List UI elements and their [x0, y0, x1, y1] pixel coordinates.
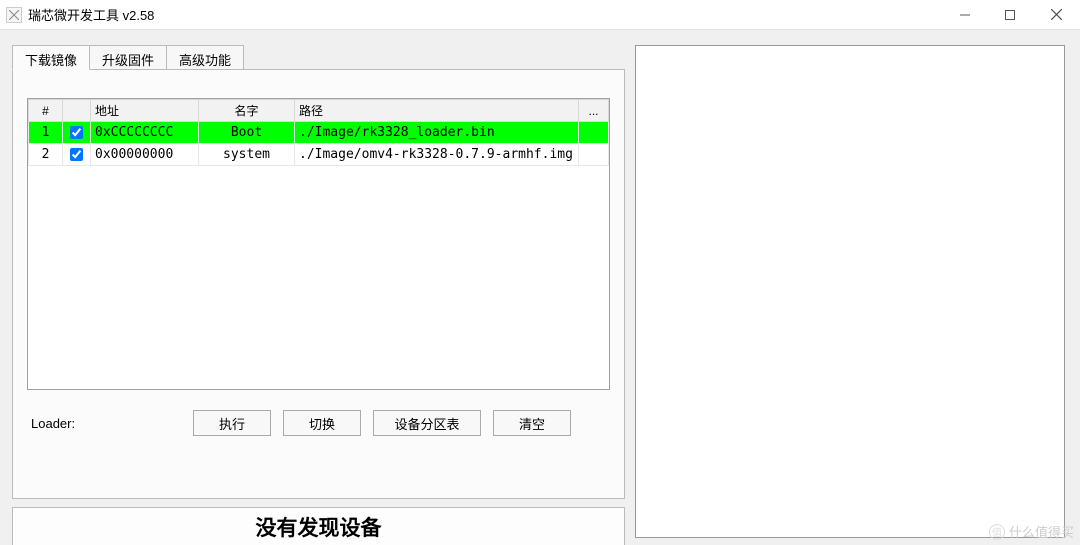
- row-checkbox[interactable]: [70, 148, 83, 161]
- execute-button[interactable]: 执行: [193, 410, 271, 436]
- cell-num: 2: [29, 144, 63, 166]
- switch-button[interactable]: 切换: [283, 410, 361, 436]
- maximize-button[interactable]: [987, 0, 1032, 29]
- status-text: 没有发现设备: [256, 512, 382, 542]
- tab-strip: 下载镜像 升级固件 高级功能: [12, 45, 625, 69]
- row-checkbox[interactable]: [70, 126, 83, 139]
- cell-address[interactable]: 0xCCCCCCCC: [91, 122, 199, 144]
- partition-button[interactable]: 设备分区表: [373, 410, 481, 436]
- cell-extra[interactable]: [579, 122, 609, 144]
- cell-path[interactable]: ./Image/rk3328_loader.bin: [295, 122, 579, 144]
- partition-table: # 地址 名字 路径 ... 1 0xCCCCCCCC: [27, 98, 610, 390]
- cell-name[interactable]: system: [199, 144, 295, 166]
- log-panel: [635, 45, 1065, 538]
- col-num[interactable]: #: [29, 100, 63, 122]
- watermark-icon: 值: [989, 524, 1005, 540]
- col-check[interactable]: [63, 100, 91, 122]
- table-row[interactable]: 1 0xCCCCCCCC Boot ./Image/rk3328_loader.…: [29, 122, 609, 144]
- col-path[interactable]: 路径: [295, 100, 579, 122]
- window-title: 瑞芯微开发工具 v2.58: [28, 5, 154, 24]
- loader-label: Loader:: [31, 416, 181, 431]
- clear-button[interactable]: 清空: [493, 410, 571, 436]
- col-name[interactable]: 名字: [199, 100, 295, 122]
- client-area: 下载镜像 升级固件 高级功能 #: [0, 30, 1080, 545]
- watermark-text: 什么值得买: [1009, 522, 1074, 541]
- titlebar: 瑞芯微开发工具 v2.58: [0, 0, 1080, 30]
- col-extra[interactable]: ...: [579, 100, 609, 122]
- window-controls: [942, 0, 1080, 29]
- tab-host: 下载镜像 升级固件 高级功能 #: [12, 45, 625, 499]
- cell-path[interactable]: ./Image/omv4-rk3328-0.7.9-armhf.img: [295, 144, 579, 166]
- cell-extra[interactable]: [579, 144, 609, 166]
- status-bar: 没有发现设备: [12, 507, 625, 545]
- col-address[interactable]: 地址: [91, 100, 199, 122]
- close-button[interactable]: [1032, 0, 1080, 29]
- cell-check[interactable]: [63, 144, 91, 166]
- table-row[interactable]: 2 0x00000000 system ./Image/omv4-rk3328-…: [29, 144, 609, 166]
- tab-advanced[interactable]: 高级功能: [166, 45, 244, 69]
- tab-panel: # 地址 名字 路径 ... 1 0xCCCCCCCC: [12, 69, 625, 499]
- cell-num: 1: [29, 122, 63, 144]
- app-icon: [6, 7, 22, 23]
- tab-download[interactable]: 下载镜像: [12, 45, 90, 70]
- action-row: Loader: 执行 切换 设备分区表 清空: [27, 410, 610, 436]
- cell-address[interactable]: 0x00000000: [91, 144, 199, 166]
- cell-name[interactable]: Boot: [199, 122, 295, 144]
- cell-check[interactable]: [63, 122, 91, 144]
- minimize-button[interactable]: [942, 0, 987, 29]
- watermark: 值 什么值得买: [989, 522, 1074, 541]
- tab-upgrade[interactable]: 升级固件: [89, 45, 167, 69]
- table-header-row: # 地址 名字 路径 ...: [29, 100, 609, 122]
